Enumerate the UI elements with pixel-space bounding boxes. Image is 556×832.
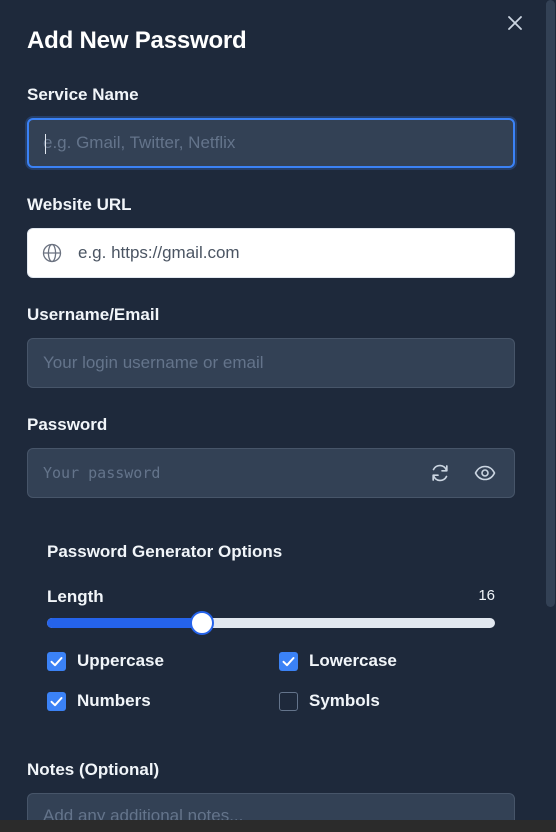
slider-thumb[interactable] xyxy=(189,611,214,635)
bottom-edge-bar xyxy=(0,820,556,832)
scrollbar-thumb[interactable] xyxy=(546,0,555,607)
checkmark-icon xyxy=(282,656,295,666)
symbols-checkbox[interactable] xyxy=(279,691,298,711)
checkmark-icon xyxy=(50,696,63,706)
website-url-label: Website URL xyxy=(27,195,132,214)
modal-title: Add New Password xyxy=(27,27,247,54)
toggle-visibility-button[interactable] xyxy=(474,462,496,484)
username-input[interactable] xyxy=(28,339,514,387)
password-label: Password xyxy=(27,415,108,434)
globe-icon xyxy=(42,243,62,263)
symbols-label: Symbols xyxy=(309,691,380,710)
length-slider[interactable] xyxy=(47,611,495,635)
lowercase-checkbox[interactable] xyxy=(279,651,298,671)
service-name-field-wrapper xyxy=(27,118,515,168)
lowercase-label: Lowercase xyxy=(309,651,397,670)
slider-fill xyxy=(47,618,202,628)
option-numbers[interactable]: Numbers xyxy=(47,691,151,711)
close-button[interactable] xyxy=(505,13,525,33)
generator-options-title: Password Generator Options xyxy=(47,542,283,561)
option-symbols[interactable]: Symbols xyxy=(279,691,380,711)
uppercase-checkbox[interactable] xyxy=(47,651,66,671)
service-name-label: Service Name xyxy=(27,85,139,104)
add-password-modal: Add New Password Service Name Website UR… xyxy=(0,0,556,832)
close-icon xyxy=(508,16,522,30)
website-url-input[interactable] xyxy=(28,229,514,277)
numbers-label: Numbers xyxy=(77,691,151,710)
scrollbar-track[interactable] xyxy=(545,0,556,832)
notes-label: Notes (Optional) xyxy=(27,760,160,779)
username-label: Username/Email xyxy=(27,305,160,324)
checkmark-icon xyxy=(50,656,63,666)
numbers-checkbox[interactable] xyxy=(47,691,66,711)
length-value: 16 xyxy=(478,587,495,604)
option-lowercase[interactable]: Lowercase xyxy=(279,651,397,671)
length-label: Length xyxy=(47,587,104,606)
option-uppercase[interactable]: Uppercase xyxy=(47,651,164,671)
website-url-field-wrapper xyxy=(27,228,515,278)
password-field-wrapper xyxy=(27,448,515,498)
uppercase-label: Uppercase xyxy=(77,651,164,670)
refresh-icon xyxy=(432,464,448,482)
service-name-input[interactable] xyxy=(29,120,513,166)
text-cursor xyxy=(45,134,46,154)
eye-icon xyxy=(474,465,496,481)
username-field-wrapper xyxy=(27,338,515,388)
generate-password-button[interactable] xyxy=(429,462,451,484)
